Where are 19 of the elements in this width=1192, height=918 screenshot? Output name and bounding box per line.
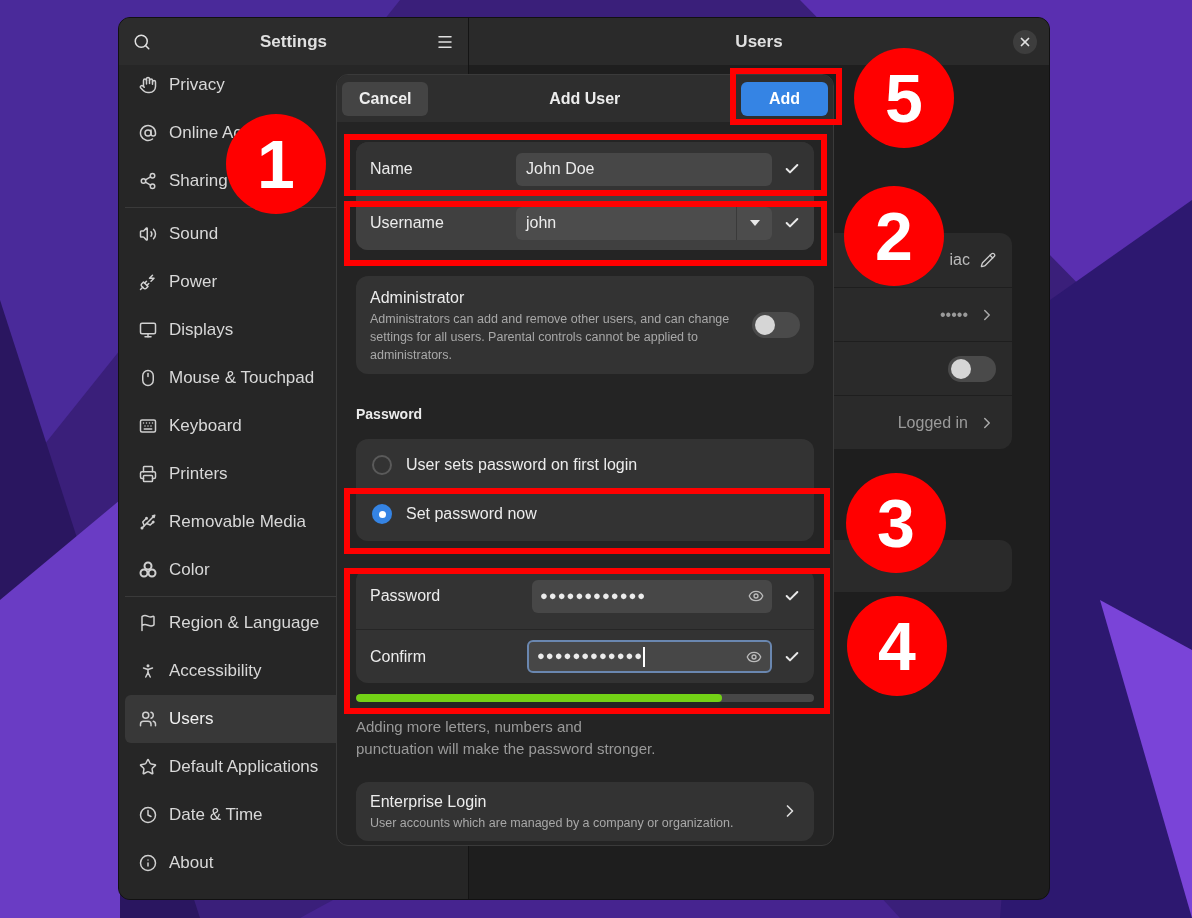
- sidebar-title: Settings: [259, 30, 328, 53]
- step-number-badge: 4: [847, 596, 947, 696]
- field-label: Username: [370, 213, 445, 233]
- field-label: Name: [370, 159, 414, 179]
- row-value: •••••: [940, 304, 968, 325]
- step-number-badge: 2: [844, 186, 944, 286]
- field-label: Password: [370, 586, 442, 606]
- row-value: Logged in: [897, 412, 968, 433]
- admin-description: Administrators can add and remove other users, and can change settings for all users. Parental controls cannot be applied to administrators.: [370, 311, 731, 364]
- row-value: iac: [949, 250, 970, 270]
- enterprise-title: Enterprise Login: [370, 792, 488, 812]
- step-number-badge: 3: [846, 473, 946, 573]
- step-number-badge: 5: [854, 48, 954, 148]
- panel-title: Users: [735, 30, 783, 53]
- enterprise-description: User accounts which are managed by a company or organization.: [370, 815, 735, 832]
- dialog-title: Add User: [549, 88, 621, 109]
- section-heading: Password: [356, 405, 424, 424]
- admin-title: Administrator: [370, 288, 466, 308]
- field-label: Confirm: [370, 646, 427, 667]
